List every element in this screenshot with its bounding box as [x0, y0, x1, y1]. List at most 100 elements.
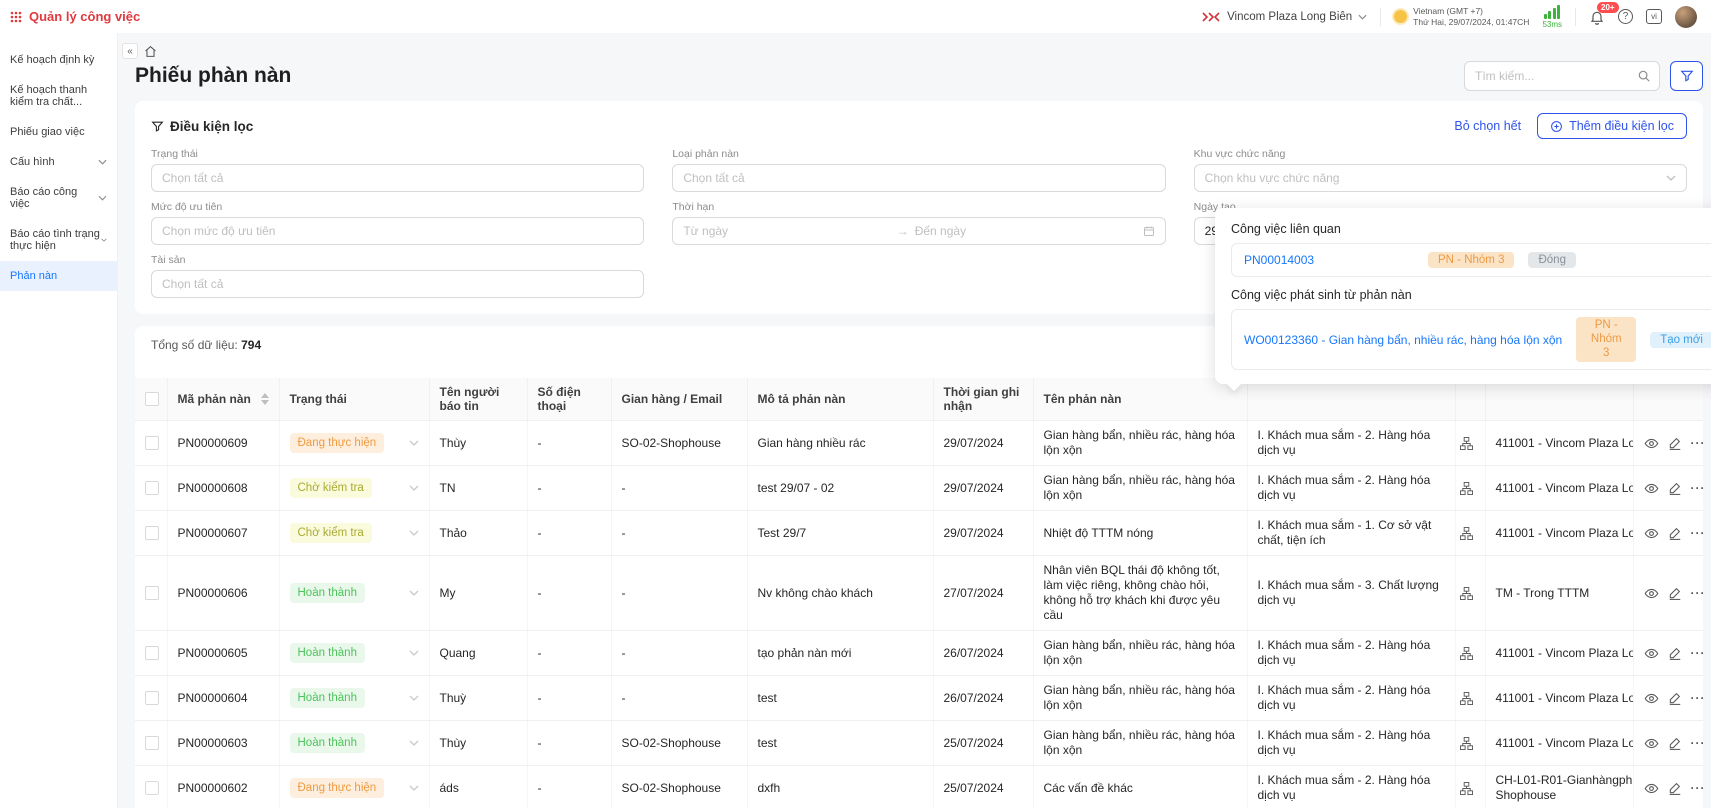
view-icon-button[interactable] — [1644, 646, 1659, 661]
row-checkbox[interactable] — [145, 646, 159, 660]
sort-icon[interactable] — [261, 393, 269, 405]
status-dropdown[interactable]: Đang thực hiện — [290, 778, 419, 798]
shop-email: - — [611, 466, 747, 511]
view-icon-button[interactable] — [1644, 526, 1659, 541]
add-filter-button[interactable]: Thêm điều kiện lọc — [1537, 113, 1687, 139]
search-input[interactable] — [1473, 68, 1637, 84]
related-work-link[interactable]: PN00014003 — [1244, 253, 1414, 267]
status-dropdown[interactable]: Hoàn thành — [290, 688, 419, 708]
row-checkbox[interactable] — [145, 436, 159, 450]
row-checkbox[interactable] — [145, 736, 159, 750]
edit-icon-button[interactable] — [1668, 691, 1682, 705]
status-dropdown[interactable]: Chờ kiểm tra — [290, 523, 419, 543]
view-icon-button[interactable] — [1644, 481, 1659, 496]
group-tag: PN - Nhóm 3 — [1576, 317, 1636, 362]
search-icon[interactable] — [1637, 69, 1651, 83]
status-dropdown[interactable]: Chờ kiểm tra — [290, 478, 419, 498]
asset-select[interactable]: Chọn tất cả — [151, 270, 644, 298]
more-icon-button[interactable] — [1691, 646, 1706, 661]
avatar[interactable] — [1675, 6, 1697, 28]
row-checkbox[interactable] — [145, 691, 159, 705]
status-dropdown[interactable]: Hoàn thành — [290, 643, 419, 663]
app-brand[interactable]: Quản lý công việc — [10, 9, 140, 24]
more-icon-button[interactable] — [1691, 586, 1706, 601]
timezone-text: Vietnam (GMT +7) — [1413, 6, 1529, 17]
sidebar-item[interactable]: Phản nàn — [0, 261, 117, 291]
row-checkbox[interactable] — [145, 526, 159, 540]
clear-all-link[interactable]: Bỏ chọn hết — [1454, 119, 1521, 133]
sidebar-item[interactable]: Kế hoạch định kỳ — [0, 45, 117, 75]
view-icon-button[interactable] — [1644, 436, 1659, 451]
edit-icon-button[interactable] — [1668, 646, 1682, 660]
status-dropdown[interactable]: Hoàn thành — [290, 733, 419, 753]
hierarchy-icon[interactable] — [1460, 437, 1473, 450]
row-checkbox[interactable] — [145, 586, 159, 600]
view-icon-button[interactable] — [1644, 781, 1659, 796]
more-icon-button[interactable] — [1691, 691, 1706, 706]
reporter-name: Thuỳ — [429, 676, 527, 721]
complaint-name: Gian hàng bẩn, nhiều rác, hàng hóa lộn x… — [1033, 421, 1247, 466]
hierarchy-icon[interactable] — [1460, 737, 1473, 750]
edit-icon-button[interactable] — [1668, 586, 1682, 600]
row-checkbox[interactable] — [145, 781, 159, 795]
shop-email: SO-02-Shophouse — [611, 721, 747, 766]
complaint-type-select[interactable]: Chọn tất cả — [672, 164, 1165, 192]
spawned-work-link[interactable]: WO00123360 - Gian hàng bẩn, nhiều rác, h… — [1244, 333, 1562, 347]
status-dropdown[interactable]: Hoàn thành — [290, 583, 419, 603]
status-select[interactable]: Chọn tất cả — [151, 164, 644, 192]
hierarchy-icon[interactable] — [1460, 647, 1473, 660]
sidebar-item[interactable]: Báo cáo công việc — [0, 177, 117, 219]
complaint-category: I. Khách mua sắm - 2. Hàng hóa dịch vụ — [1247, 676, 1455, 721]
home-icon[interactable] — [144, 45, 157, 58]
hierarchy-icon[interactable] — [1460, 482, 1473, 495]
hierarchy-icon[interactable] — [1460, 527, 1473, 540]
filter-field-deadline: Thời hạn Từ ngày Đến ngày — [672, 201, 1165, 245]
shop-email: SO-02-Shophouse — [611, 766, 747, 808]
table-row: PN00000604 Hoàn thành Thuỳ - - test 26/0… — [135, 676, 1703, 721]
filter-title: Điều kiện lọc — [170, 119, 253, 134]
hierarchy-icon[interactable] — [1460, 782, 1473, 795]
sidebar-collapse-button[interactable] — [122, 43, 138, 59]
complaint-id: PN00000604 — [167, 676, 279, 721]
help-icon[interactable] — [1618, 9, 1633, 24]
funnel-icon — [151, 120, 164, 133]
edit-icon-button[interactable] — [1668, 736, 1682, 750]
row-checkbox[interactable] — [145, 481, 159, 495]
more-icon-button[interactable] — [1691, 481, 1706, 496]
app-grid-icon — [10, 11, 22, 23]
edit-icon-button[interactable] — [1668, 781, 1682, 795]
shop-email: - — [611, 676, 747, 721]
eye-icon — [1644, 646, 1659, 661]
reporter-name: Thảo — [429, 511, 527, 556]
view-icon-button[interactable] — [1644, 691, 1659, 706]
hierarchy-icon[interactable] — [1460, 587, 1473, 600]
priority-select[interactable]: Chọn mức độ ưu tiên — [151, 217, 644, 245]
sidebar-item[interactable]: Kế hoạch thanh kiểm tra chất... — [0, 75, 117, 117]
view-icon-button[interactable] — [1644, 736, 1659, 751]
edit-icon-button[interactable] — [1668, 481, 1682, 495]
more-icon-button[interactable] — [1691, 781, 1706, 796]
language-icon[interactable]: vi — [1646, 9, 1662, 24]
deadline-range-picker[interactable]: Từ ngày Đến ngày — [672, 217, 1165, 245]
functional-area-select[interactable]: Chọn khu vực chức năng — [1194, 164, 1687, 192]
complaint-name: Gian hàng bẩn, nhiều rác, hàng hóa lộn x… — [1033, 466, 1247, 511]
more-icon-button[interactable] — [1691, 736, 1706, 751]
chevron-down-icon — [409, 785, 419, 791]
sidebar-item[interactable]: Báo cáo tình trạng thực hiện — [0, 219, 117, 261]
edit-icon-button[interactable] — [1668, 526, 1682, 540]
view-icon-button[interactable] — [1644, 586, 1659, 601]
complaint-name: Các vấn đề khác — [1033, 766, 1247, 808]
select-all-checkbox[interactable] — [145, 392, 159, 406]
notifications-button[interactable]: 20+ — [1589, 9, 1605, 25]
status-dropdown[interactable]: Đang thực hiện — [290, 433, 419, 453]
filter-toggle-button[interactable] — [1670, 61, 1703, 91]
sidebar-item[interactable]: Phiếu giao việc — [0, 117, 117, 147]
hierarchy-icon[interactable] — [1460, 692, 1473, 705]
edit-icon-button[interactable] — [1668, 436, 1682, 450]
more-icon-button[interactable] — [1691, 526, 1706, 541]
more-icon-button[interactable] — [1691, 436, 1706, 451]
sidebar-item[interactable]: Cấu hình — [0, 147, 117, 177]
shop-email: - — [611, 511, 747, 556]
eye-icon — [1644, 436, 1659, 451]
mall-switcher[interactable]: Vincom Plaza Long Biên — [1201, 10, 1367, 24]
